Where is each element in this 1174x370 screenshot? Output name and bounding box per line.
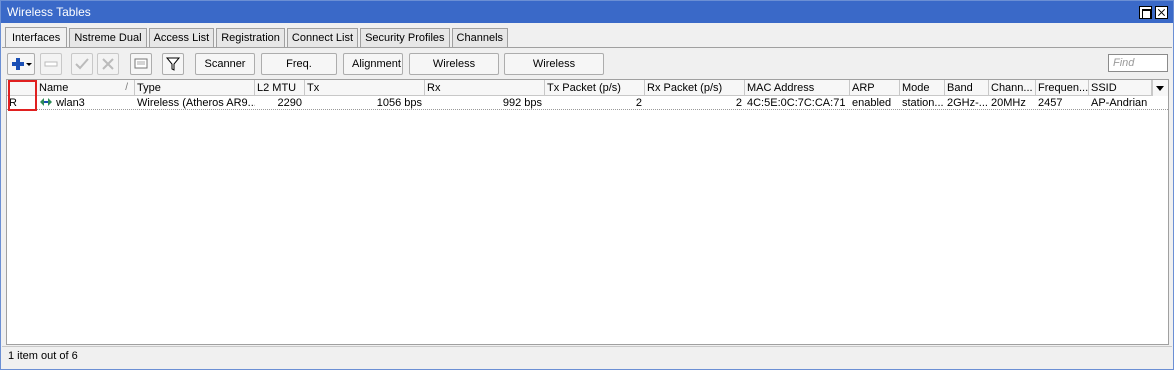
row-mac-address: 4C:5E:0C:7C:CA:71	[747, 97, 846, 109]
sort-indicator-icon: /	[125, 82, 128, 93]
row-rx: 992 bps	[502, 97, 542, 109]
disable-button[interactable]	[97, 53, 119, 75]
column-header-flags[interactable]	[7, 80, 37, 96]
column-header-channel-width[interactable]: Chann...	[989, 80, 1036, 96]
column-header-ssid[interactable]: SSID	[1089, 80, 1152, 96]
enable-button[interactable]	[71, 53, 93, 75]
column-header-frequency[interactable]: Frequen...	[1036, 80, 1089, 96]
tab-interfaces[interactable]: Interfaces	[5, 27, 68, 48]
row-tx-packet: 2	[635, 97, 642, 109]
filter-button[interactable]	[162, 53, 184, 75]
column-header-rx[interactable]: Rx	[425, 80, 545, 96]
table-row[interactable]: R wlan3 Wireless (Atheros AR9... 2290 10…	[7, 96, 1168, 110]
column-header-name-label: Name	[39, 82, 69, 94]
status-text: 1 item out of 6	[8, 350, 78, 362]
window-title: Wireless Tables	[7, 5, 91, 19]
minus-icon	[44, 61, 58, 67]
filter-icon	[165, 57, 181, 71]
row-frequency: 2457	[1038, 97, 1063, 109]
tab-divider	[2, 47, 1172, 48]
tab-security-profiles[interactable]: Security Profiles	[360, 28, 450, 48]
restore-icon[interactable]	[1139, 6, 1152, 19]
column-header-band[interactable]: Band	[945, 80, 989, 96]
column-header-mode[interactable]: Mode	[900, 80, 945, 96]
remove-button[interactable]	[40, 53, 62, 75]
comment-button[interactable]	[130, 53, 152, 75]
alignment-button[interactable]: Alignment	[343, 53, 403, 75]
column-header-name[interactable]: Name /	[37, 80, 135, 96]
tab-registration[interactable]: Registration	[216, 28, 285, 48]
plus-icon	[12, 58, 32, 70]
close-icon[interactable]	[1155, 6, 1168, 19]
column-header-tx[interactable]: Tx	[305, 80, 425, 96]
row-rx-packet: 2	[735, 97, 742, 109]
toolbar: Scanner Freq. Usage Alignment Wireless S…	[7, 53, 1167, 90]
column-header-arp[interactable]: ARP	[850, 80, 900, 96]
comment-icon	[134, 58, 148, 69]
check-icon	[75, 58, 89, 70]
row-tx: 1056 bps	[376, 97, 422, 109]
wireless-interface-icon	[40, 98, 52, 106]
row-flag: R	[9, 97, 17, 109]
column-header-tx-packet[interactable]: Tx Packet (p/s)	[545, 80, 645, 96]
row-name-cell: wlan3	[37, 96, 135, 110]
table-header: Name / Type L2 MTU Tx Rx Tx Packet (p/s)…	[7, 80, 1168, 96]
wireless-sniffer-button[interactable]: Wireless Sniffer	[409, 53, 499, 90]
freq-usage-button[interactable]: Freq. Usage	[261, 53, 337, 90]
wireless-tables-window: Wireless Tables Interfaces Nstreme Dual …	[0, 0, 1174, 370]
row-arp: enabled	[852, 97, 892, 109]
tab-connect-list[interactable]: Connect List	[286, 28, 359, 48]
row-mode: station...	[902, 97, 944, 109]
row-name: wlan3	[56, 97, 85, 109]
column-header-mac-address[interactable]: MAC Address	[745, 80, 850, 96]
column-header-type[interactable]: Type	[135, 80, 255, 96]
find-input[interactable]: Find	[1108, 54, 1168, 72]
column-header-rx-packet[interactable]: Rx Packet (p/s)	[645, 80, 745, 96]
interfaces-table: Name / Type L2 MTU Tx Rx Tx Packet (p/s)…	[6, 79, 1169, 345]
columns-menu-icon[interactable]	[1152, 80, 1168, 96]
tab-nstreme-dual[interactable]: Nstreme Dual	[69, 28, 147, 48]
row-type: Wireless (Atheros AR9...	[137, 97, 255, 109]
row-channel-width: 20MHz	[991, 97, 1026, 109]
tab-access-list[interactable]: Access List	[148, 28, 215, 48]
tab-bar: Interfaces Nstreme Dual Access List Regi…	[5, 27, 510, 48]
x-icon	[102, 58, 114, 70]
add-button[interactable]	[7, 53, 35, 75]
window-titlebar[interactable]: Wireless Tables	[1, 1, 1173, 23]
row-l2mtu: 2290	[277, 97, 302, 109]
row-band: 2GHz-...	[947, 97, 988, 109]
status-bar: 1 item out of 6	[2, 346, 1172, 367]
row-ssid: AP-Andrian	[1091, 97, 1148, 109]
wireless-snooper-button[interactable]: Wireless Snooper	[504, 53, 604, 90]
scanner-button[interactable]: Scanner	[195, 53, 255, 75]
tab-channels[interactable]: Channels	[451, 28, 509, 48]
column-header-l2mtu[interactable]: L2 MTU	[255, 80, 305, 96]
